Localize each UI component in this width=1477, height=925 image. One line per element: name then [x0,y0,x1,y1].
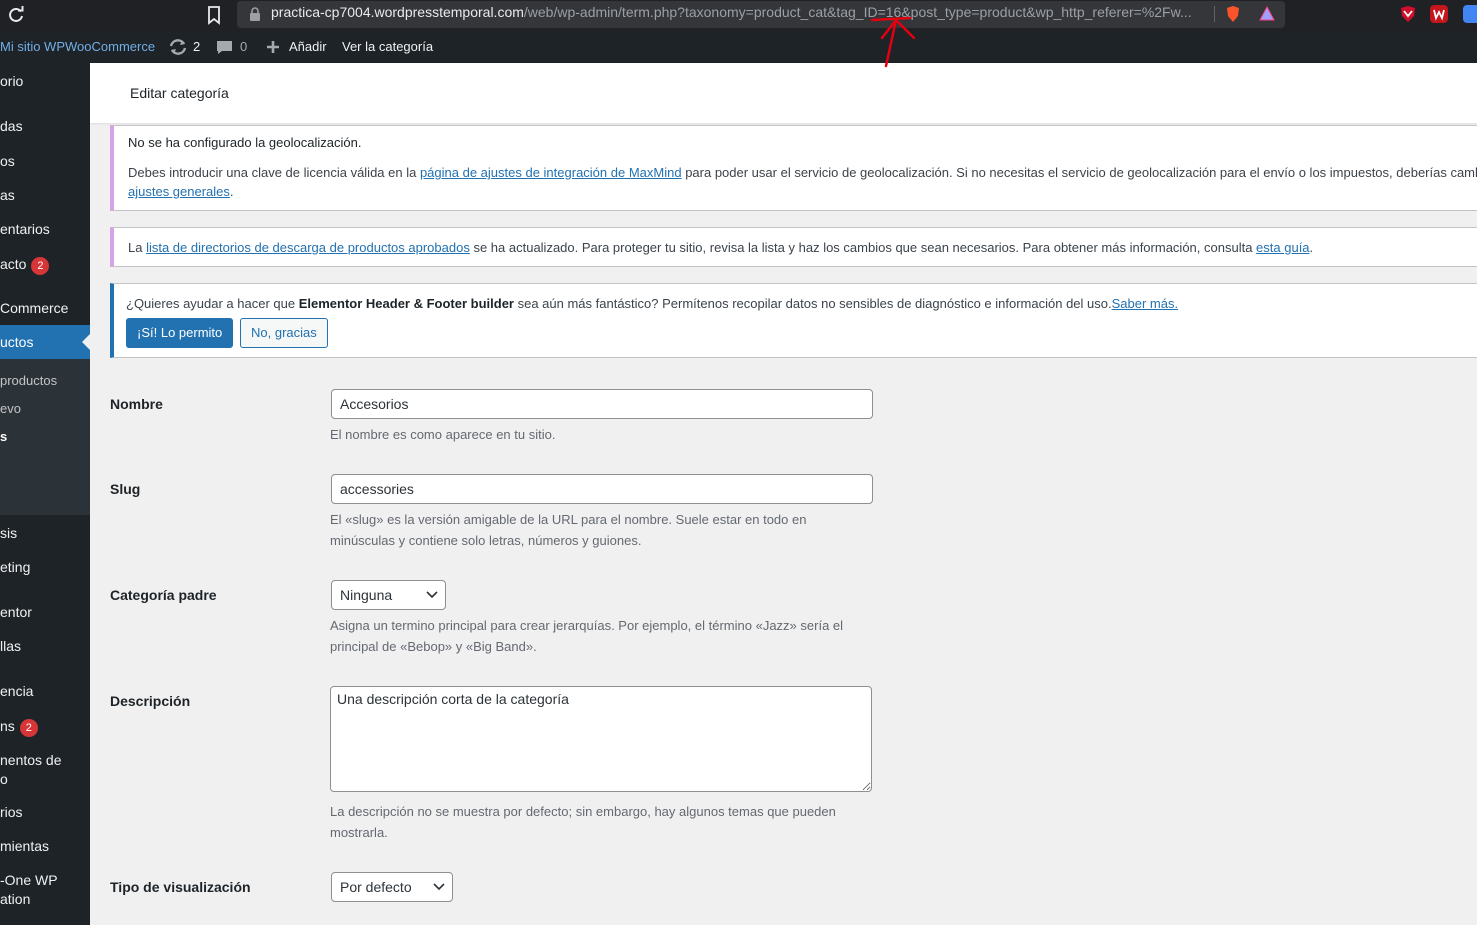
comments-icon[interactable] [216,40,233,55]
slug-help: El «slug» es la versión amigable de la U… [330,512,807,548]
deny-tracking-button[interactable]: No, gracias [240,318,328,348]
sidebar-item-contacto[interactable]: acto 2 [0,255,50,275]
google-translate-icon[interactable] [1463,5,1477,23]
notice-text: ¿Quieres ayudar a hacer que [126,296,299,311]
sidebar-item-comentarios[interactable]: entarios [0,220,50,238]
geolocation-notice-title: No se ha configurado la geolocalización. [128,135,362,150]
reload-icon[interactable] [6,5,26,25]
notice-text: Debes introducir una clave de licencia v… [128,165,420,180]
url-text: practica-cp7004.wordpresstemporal.com/we… [271,4,1192,20]
sidebar-item-medios[interactable]: os [0,152,15,170]
sidebar-item-all-in-one-migration[interactable]: -One WP [0,871,58,889]
parent-category-select[interactable]: Ninguna [331,580,446,610]
sidebar-item-complementos[interactable]: nentos de [0,751,62,769]
admin-sidebar: orio das os as entarios acto 2 Commerce u… [0,63,90,925]
sidebar-item-apariencia[interactable]: encia [0,682,33,700]
site-name-link[interactable]: Mi sitio WPWooCommerce [0,31,155,63]
sidebar-item-analisis[interactable]: sis [0,524,17,542]
parent-category-label: Categoría padre [110,587,217,603]
notice-text: . [229,184,234,199]
geolocation-notice: No se ha configurado la geolocalización.… [110,125,1477,211]
brave-rewards-icon[interactable] [1258,5,1276,23]
description-label: Descripción [110,693,191,709]
comments-count[interactable]: 0 [240,31,247,63]
chevron-down-icon [426,591,438,599]
brave-shield-icon[interactable] [1224,5,1242,23]
browser-toolbar: practica-cp7004.wordpresstemporal.com/we… [0,0,1477,31]
select-value: Ninguna [340,587,393,603]
sidebar-item-escritorio[interactable]: orio [0,72,23,90]
lock-icon [250,7,260,21]
select-value: Por defecto [340,879,412,895]
display-type-select[interactable]: Por defecto [331,872,453,902]
approved-directories-link[interactable]: lista de directorios de descarga de prod… [146,240,470,255]
name-help: El nombre es como aparece en tu sitio. [330,427,556,442]
learn-more-link[interactable]: Saber más. [1112,296,1178,311]
notification-badge: 2 [31,257,50,275]
notice-text: sea aún más fantástico? Permítenos recop… [513,296,1112,311]
sidebar-active-arrow [82,334,90,350]
page-title: Editar categoría [130,85,229,101]
shield-extension-icon[interactable] [1399,5,1417,23]
notice-text: . [1309,240,1314,255]
slug-input[interactable]: accessories [331,474,873,504]
notice-text: La [128,240,147,255]
sidebar-item-herramientas[interactable]: mientas [0,837,49,855]
sidebar-item-productos[interactable]: uctos [0,333,33,351]
plus-icon[interactable] [266,40,280,54]
parent-category-help: Asigna un termino principal para crear j… [330,618,844,654]
url-host: practica-cp7004.wordpresstemporal.com [271,4,524,20]
elementor-notice-text: ¿Quieres ayudar a hacer que Elementor He… [126,294,1178,313]
sidebar-item-paginas[interactable]: as [0,186,15,204]
sidebar-item-label: acto [0,256,27,272]
slug-label: Slug [110,481,141,497]
sidebar-item-label: ns [0,718,15,734]
page-header: Editar categoría [90,63,1477,123]
sidebar-item-woocommerce[interactable]: Commerce [0,299,68,317]
wp-admin-bar: Mi sitio WPWooCommerce 2 0 Añadir Ver la… [0,31,1477,63]
url-separator [1214,6,1215,22]
allow-tracking-button[interactable]: ¡Sí! Lo permito [126,318,234,348]
sidebar-item-elementor[interactable]: entor [0,603,32,621]
guide-link[interactable]: esta guía [1256,240,1310,255]
view-category-link[interactable]: Ver la categoría [342,31,433,63]
download-directories-notice-text: La lista de directorios de descarga de p… [128,238,1313,257]
geolocation-notice-text: Debes introducir una clave de licencia v… [128,163,1477,182]
extension-w-icon[interactable] [1430,5,1448,23]
chevron-down-icon [433,883,445,891]
url-path: /web/wp-admin/term.php?taxonomy=product_… [523,4,1192,20]
sidebar-item-complementos-line2[interactable]: o [0,770,8,788]
description-textarea[interactable]: Una descripción corta de la categoría [330,686,872,792]
name-label: Nombre [110,396,163,412]
sidebar-item-entradas[interactable]: das [0,117,23,135]
sidebar-subitem-todos-productos[interactable]: productos [0,372,57,390]
sidebar-subitem-anadir-nuevo[interactable]: evo [0,400,21,418]
plugin-name: Elementor Header & Footer builder [298,296,514,311]
maxmind-settings-link[interactable]: página de ajustes de integración de MaxM… [420,165,682,180]
sidebar-subitem-categorias[interactable]: s [0,428,7,446]
bookmark-icon[interactable] [206,5,222,25]
display-type-label: Tipo de visualización [110,879,251,895]
sidebar-item-usuarios[interactable]: rios [0,803,23,821]
general-settings-link[interactable]: ajustes generales [128,184,230,199]
red-arrow-annotation-icon [870,16,916,68]
sidebar-item-migration-line2[interactable]: ation [0,890,30,908]
description-help: La descripción no se muestra por defecto… [330,804,836,840]
notice-text: para poder usar el servicio de geolocali… [681,165,1477,180]
geolocation-notice-text-line2: ajustes generales. [128,182,234,201]
download-directories-notice: La lista de directorios de descarga de p… [110,227,1477,267]
elementor-tracking-notice: ¿Quieres ayudar a hacer que Elementor He… [110,283,1477,358]
sidebar-item-plantillas[interactable]: llas [0,637,21,655]
updates-count[interactable]: 2 [193,31,200,63]
notice-text: se ha actualizado. Para proteger tu siti… [469,240,1257,255]
notification-badge: 2 [19,719,38,737]
name-input[interactable]: Accesorios [331,389,873,419]
sidebar-item-plugins[interactable]: ns 2 [0,717,38,737]
updates-icon[interactable] [168,38,188,56]
sidebar-item-marketing[interactable]: eting [0,558,30,576]
add-new-link[interactable]: Añadir [289,31,327,63]
